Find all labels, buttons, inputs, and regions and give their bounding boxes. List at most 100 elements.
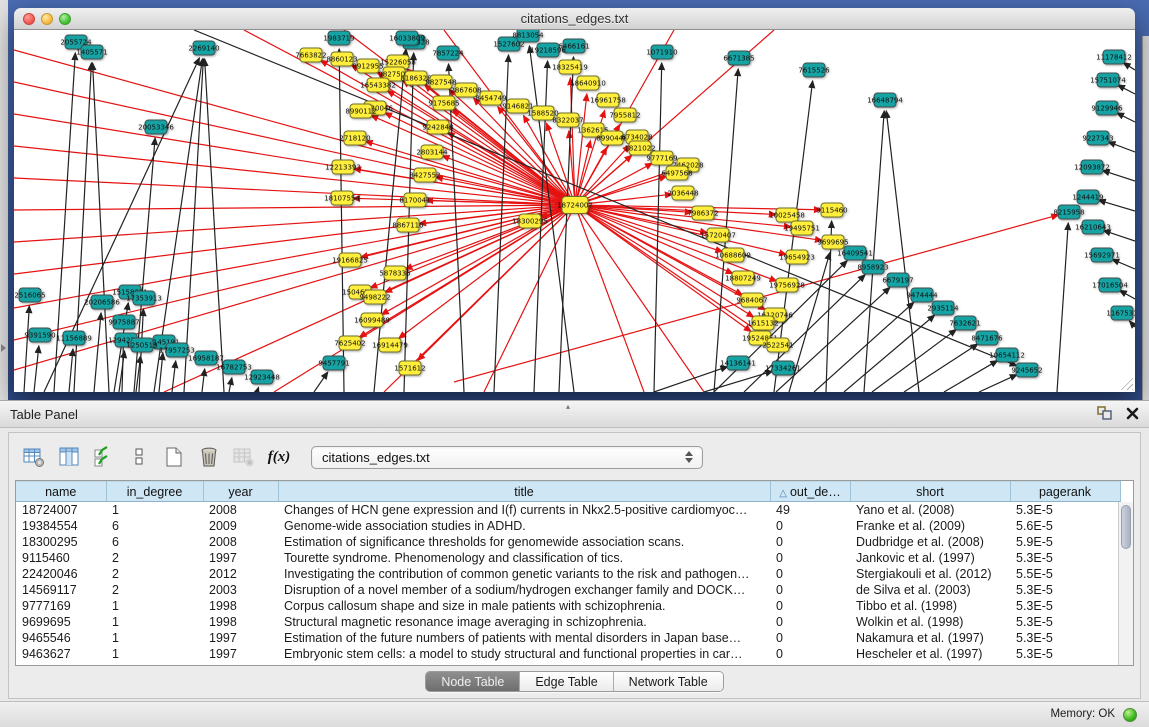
- graph-node[interactable]: 16961758: [590, 93, 626, 107]
- network-canvas[interactable]: 8860123891295515226058982750516543382818…: [14, 30, 1135, 392]
- graph-node[interactable]: 10025458: [769, 208, 805, 222]
- graph-node[interactable]: 7857224: [432, 46, 464, 60]
- graph-node[interactable]: 1071910: [646, 45, 677, 59]
- column-header[interactable]: year: [203, 482, 278, 502]
- close-window-icon[interactable]: [23, 13, 35, 25]
- graph-node[interactable]: 16099489: [354, 313, 390, 327]
- graph-node[interactable]: 18724007: [557, 197, 593, 214]
- graph-node[interactable]: 9975887: [108, 315, 139, 329]
- close-icon[interactable]: [1126, 407, 1139, 425]
- graph-node[interactable]: 1244419: [1072, 190, 1103, 204]
- table-row[interactable]: 946362711997Embryonic stem cells: a mode…: [16, 646, 1120, 662]
- graph-node[interactable]: 2718120: [339, 131, 370, 145]
- graph-node[interactable]: 17016504: [1092, 278, 1128, 292]
- table-selector-dropdown[interactable]: citations_edges.txt: [311, 446, 703, 469]
- network-window[interactable]: citations_edges.txt 88601238912955152260…: [14, 8, 1135, 392]
- graph-node[interactable]: 2935114: [927, 301, 959, 315]
- function-builder-button[interactable]: f(x): [264, 442, 294, 472]
- table-row[interactable]: 1938455462009Genome-wide association stu…: [16, 518, 1120, 534]
- graph-node[interactable]: 12213393: [325, 160, 361, 174]
- tab-edge-table[interactable]: Edge Table: [519, 672, 612, 691]
- graph-node[interactable]: 7632621: [949, 316, 980, 330]
- graph-node[interactable]: 2516065: [14, 288, 45, 302]
- graph-node[interactable]: 7955812: [609, 108, 640, 122]
- graph-node[interactable]: 6679197: [882, 273, 913, 287]
- graph-node[interactable]: 17334261: [765, 361, 801, 375]
- graph-node[interactable]: 19495751: [784, 221, 820, 235]
- graph-node[interactable]: 8427552: [409, 168, 440, 182]
- graph-node[interactable]: 8471676: [971, 331, 1003, 345]
- graph-node[interactable]: 16648794: [867, 93, 903, 107]
- memory-ok-indicator[interactable]: [1123, 708, 1137, 722]
- graph-node[interactable]: 7625402: [334, 336, 365, 350]
- graph-node[interactable]: 1405571: [76, 45, 107, 59]
- new-file-button[interactable]: [159, 442, 189, 472]
- graph-node[interactable]: 7615526: [798, 63, 830, 77]
- graph-node[interactable]: 9474444: [906, 288, 938, 302]
- graph-node[interactable]: 12093872: [1074, 160, 1110, 174]
- graph-node[interactable]: 6497568: [661, 166, 692, 180]
- float-window-icon[interactable]: [1097, 406, 1112, 425]
- graph-node[interactable]: 16210643: [1075, 220, 1111, 234]
- graph-node[interactable]: 2522541: [762, 338, 793, 352]
- graph-node[interactable]: 18640910: [570, 76, 606, 90]
- graph-node[interactable]: 1250513: [126, 338, 157, 352]
- column-layout-button[interactable]: [54, 442, 84, 472]
- graph-node[interactable]: 18325419: [552, 60, 588, 74]
- network-window-titlebar[interactable]: citations_edges.txt: [14, 8, 1135, 30]
- graph-node[interactable]: 9391590: [24, 328, 55, 342]
- graph-node[interactable]: 1167531: [1106, 306, 1135, 320]
- graph-node[interactable]: 9129946: [1091, 101, 1123, 115]
- table-row[interactable]: 946554611997Estimation of the future num…: [16, 630, 1120, 646]
- graph-node[interactable]: 9242848: [422, 120, 453, 134]
- tab-node-table[interactable]: Node Table: [426, 672, 519, 691]
- graph-node[interactable]: 20206586: [84, 295, 120, 309]
- table-row[interactable]: 911546021997Tourette syndrome. Phenomeno…: [16, 550, 1120, 566]
- graph-node[interactable]: 8170041: [399, 193, 430, 207]
- table-settings-button[interactable]: [19, 442, 49, 472]
- vertical-scrollbar[interactable]: [1118, 502, 1133, 665]
- delete-button[interactable]: [194, 442, 224, 472]
- graph-node[interactable]: 9175685: [428, 96, 459, 110]
- graph-node[interactable]: 15720407: [700, 228, 736, 242]
- scrollbar-thumb[interactable]: [1121, 505, 1131, 549]
- graph-node[interactable]: 1615132: [747, 316, 778, 330]
- graph-node[interactable]: 1983719: [323, 31, 354, 45]
- graph-node[interactable]: 8958923: [857, 260, 888, 274]
- graph-node[interactable]: 9227343: [1082, 131, 1113, 145]
- table-row[interactable]: 969969511998Structural magnetic resonanc…: [16, 614, 1120, 630]
- column-header[interactable]: △out_de…: [770, 482, 850, 502]
- graph-node[interactable]: 9684067: [736, 293, 767, 307]
- select-columns-button[interactable]: [89, 442, 119, 472]
- network-canvas-svg[interactable]: 8860123891295515226058982750516543382818…: [14, 30, 1135, 392]
- graph-node[interactable]: 6671385: [723, 51, 754, 65]
- graph-node[interactable]: 2036448: [667, 186, 698, 200]
- graph-node[interactable]: 11178412: [1096, 50, 1132, 64]
- graph-node[interactable]: 8322037: [552, 113, 583, 127]
- column-header[interactable]: in_degree: [106, 482, 203, 502]
- graph-node[interactable]: 9245652: [1011, 363, 1042, 377]
- graph-node[interactable]: 8990112: [345, 104, 376, 118]
- table-row[interactable]: 977716911998Corpus callosum shape and si…: [16, 598, 1120, 614]
- graph-node[interactable]: 9699695: [817, 235, 848, 249]
- table-row[interactable]: 2242004622012Investigating the contribut…: [16, 566, 1120, 582]
- graph-node[interactable]: 15751074: [1090, 73, 1126, 87]
- column-header[interactable]: title: [278, 482, 770, 502]
- graph-node[interactable]: 8215958: [1053, 205, 1084, 219]
- table-row[interactable]: 1830029562008Estimation of significance …: [16, 534, 1120, 550]
- graph-node[interactable]: 5878335: [379, 266, 410, 280]
- graph-node[interactable]: 19654923: [779, 250, 815, 264]
- splitter-handle[interactable]: ▴: [566, 402, 570, 411]
- row-height-button[interactable]: [124, 442, 154, 472]
- table-row[interactable]: 1872400712008Changes of HCN gene express…: [16, 502, 1120, 519]
- table-row[interactable]: 1456911722003Disruption of a novel membe…: [16, 582, 1120, 598]
- node-table-grid[interactable]: namein_degreeyeartitle△out_de…shortpager…: [16, 481, 1121, 662]
- graph-node[interactable]: 7663822: [295, 48, 326, 62]
- graph-node[interactable]: 10654112: [989, 348, 1025, 362]
- graph-node[interactable]: 11156889: [56, 331, 92, 345]
- column-header[interactable]: name: [16, 482, 106, 502]
- graph-node[interactable]: 8813054: [512, 30, 544, 42]
- zoom-window-icon[interactable]: [59, 13, 71, 25]
- graph-node[interactable]: 9115460: [816, 203, 847, 217]
- graph-node[interactable]: 2269140: [188, 41, 219, 55]
